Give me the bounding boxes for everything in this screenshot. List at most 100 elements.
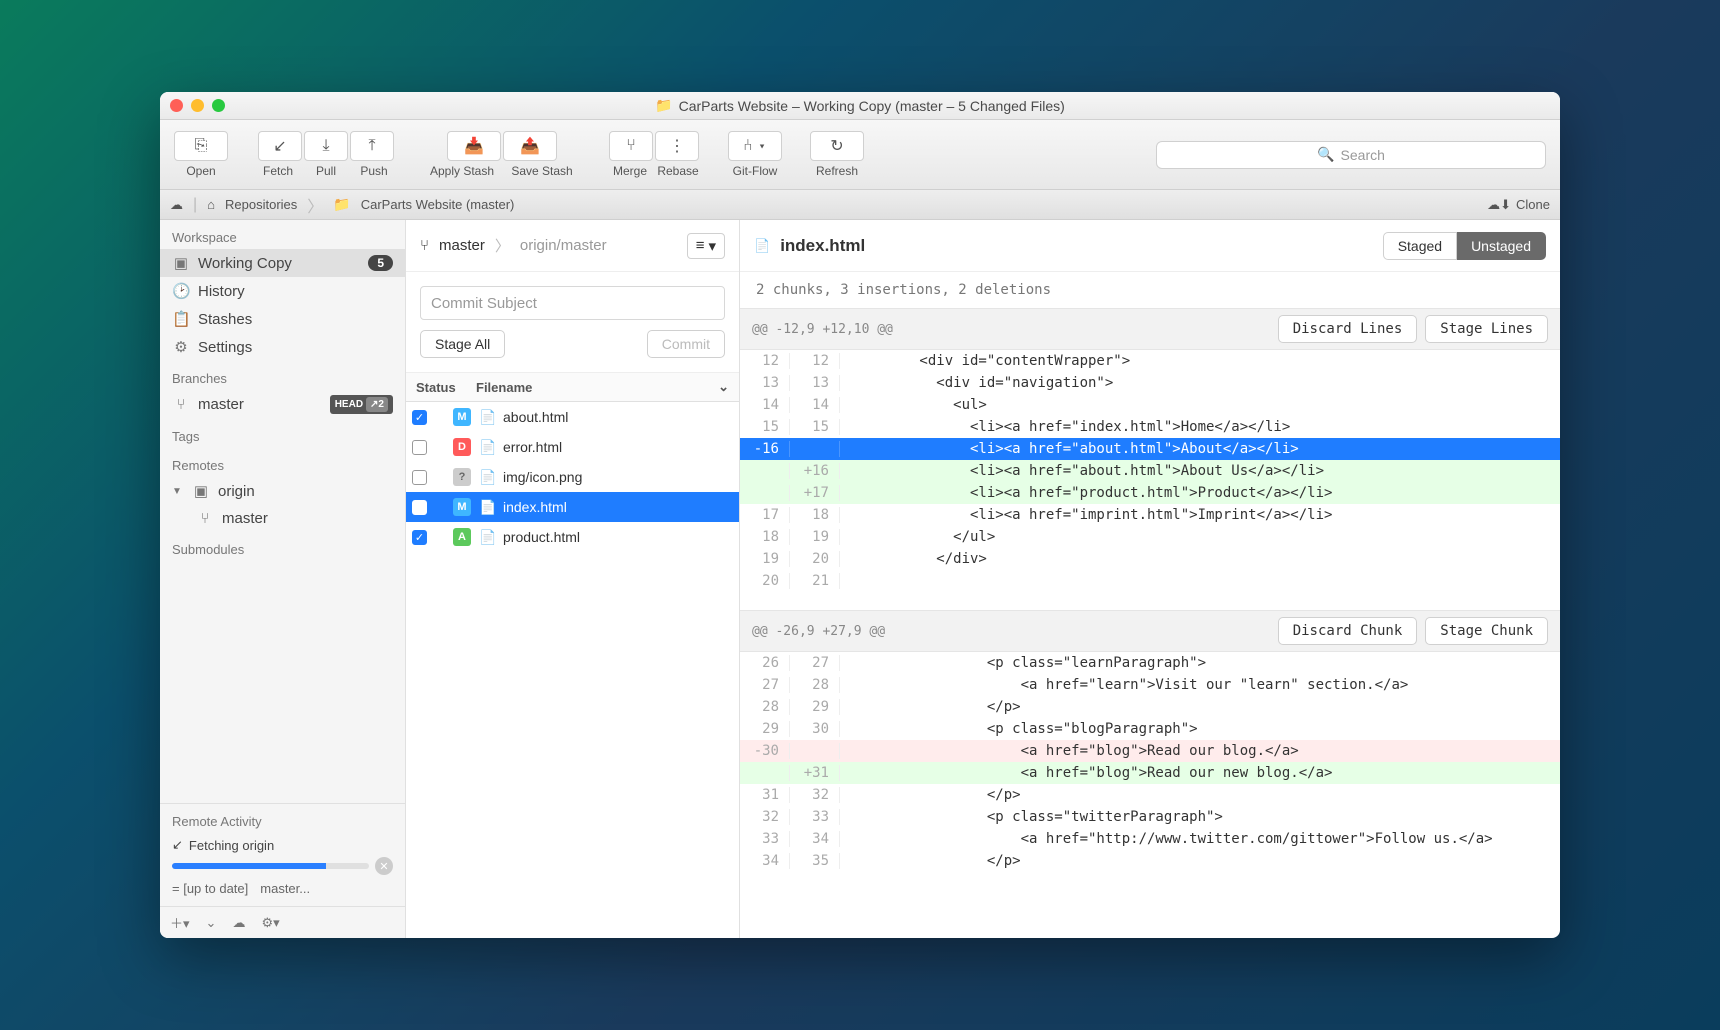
branch-remote[interactable]: origin/master (520, 237, 607, 254)
file-icon: 📄 (479, 409, 495, 426)
diff-line[interactable]: 1212 <div id="contentWrapper"> (740, 350, 1560, 372)
commit-button[interactable]: Commit (647, 330, 725, 358)
stage-checkbox[interactable]: ✓ (412, 410, 427, 425)
status-badge: A (453, 528, 471, 546)
file-row[interactable]: D📄error.html (406, 432, 739, 462)
diff-line[interactable]: 1920 </div> (740, 548, 1560, 570)
breadcrumb-repositories[interactable]: Repositories (225, 197, 297, 212)
open-button[interactable]: ⎘ (174, 131, 228, 161)
diff-line[interactable]: 1414 <ul> (740, 394, 1560, 416)
diff-line[interactable]: 2627 <p class="learnParagraph"> (740, 652, 1560, 674)
branch-icon: ⑂ (420, 237, 429, 254)
apply-stash-button[interactable]: 📥 (447, 131, 501, 161)
stage-all-button[interactable]: Stage All (420, 330, 505, 358)
diff-line[interactable]: +31 <a href="blog">Read our new blog.</a… (740, 762, 1560, 784)
discard-lines-button[interactable]: Discard Lines (1278, 315, 1418, 343)
sidebar-item-settings[interactable]: ⚙ Settings (160, 333, 405, 361)
chevron-down-icon[interactable]: ⌄ (718, 379, 729, 395)
staged-tab[interactable]: Staged (1383, 232, 1457, 260)
sidebar-item-stashes[interactable]: 📋 Stashes (160, 305, 405, 333)
file-row[interactable]: M📄index.html (406, 492, 739, 522)
sidebar-item-history[interactable]: 🕑 History (160, 277, 405, 305)
stage-checkbox[interactable] (412, 470, 427, 485)
sidebar-workspace-header: Workspace (160, 220, 405, 249)
diff-line[interactable]: 2728 <a href="learn">Visit our "learn" s… (740, 674, 1560, 696)
stage-checkbox[interactable]: ✓ (412, 530, 427, 545)
cloud-icon[interactable]: ☁ (170, 197, 183, 213)
minimize-window-button[interactable] (191, 99, 204, 112)
hunk-1-body[interactable]: 1212 <div id="contentWrapper">1313 <div … (740, 350, 1560, 592)
terminal-icon[interactable]: ⌄ (206, 915, 217, 931)
sidebar-remote-origin[interactable]: ▼ ▣ origin (160, 477, 405, 505)
chevron-down-icon[interactable]: ▼ (172, 486, 184, 497)
file-name: img/icon.png (503, 469, 582, 485)
unstaged-tab[interactable]: Unstaged (1457, 232, 1546, 260)
branch-local[interactable]: master (439, 237, 485, 254)
save-stash-button[interactable]: 📤 (503, 131, 557, 161)
diff-line[interactable]: 1819 </ul> (740, 526, 1560, 548)
diff-line[interactable]: 1718 <li><a href="imprint.html">Imprint<… (740, 504, 1560, 526)
clone-button[interactable]: Clone (1516, 197, 1550, 212)
status-badge: M (453, 498, 471, 516)
breadcrumb-project[interactable]: CarParts Website (master) (361, 197, 515, 212)
file-row[interactable]: ?📄img/icon.png (406, 462, 739, 492)
branch-header: ⑂ master 〉 origin/master ≡ ▾ (406, 220, 739, 272)
sidebar-remotes-header: Remotes (160, 448, 405, 477)
gitflow-button[interactable]: ⑃ ▾ (728, 131, 782, 161)
fetch-icon: ↙ (172, 837, 183, 853)
stage-lines-button[interactable]: Stage Lines (1425, 315, 1548, 343)
chevron-down-icon: ▾ (708, 237, 716, 255)
sidebar: Workspace ▣ Working Copy 5 🕑 History 📋 S… (160, 220, 406, 938)
merge-button[interactable]: ⑂ (609, 131, 653, 161)
file-name: product.html (503, 529, 580, 545)
diff-line[interactable]: 2021 (740, 570, 1560, 592)
sidebar-item-working-copy[interactable]: ▣ Working Copy 5 (160, 249, 405, 277)
sidebar-remote-origin-master[interactable]: ⑂ master (160, 505, 405, 532)
app-window: 📁 CarParts Website – Working Copy (maste… (160, 92, 1560, 938)
gear-icon[interactable]: ⚙▾ (261, 915, 279, 931)
fetch-button[interactable]: ↙ (258, 131, 302, 161)
close-window-button[interactable] (170, 99, 183, 112)
file-icon: 📄 (479, 469, 495, 486)
stage-chunk-button[interactable]: Stage Chunk (1425, 617, 1548, 645)
folder-icon: ▣ (172, 254, 190, 272)
diff-line[interactable]: +17 <li><a href="product.html">Product</… (740, 482, 1560, 504)
discard-chunk-button[interactable]: Discard Chunk (1278, 617, 1418, 645)
hunk-2-body[interactable]: 2627 <p class="learnParagraph">2728 <a h… (740, 652, 1560, 872)
diff-line[interactable]: -30 <a href="blog">Read our blog.</a> (740, 740, 1560, 762)
refresh-button[interactable]: ↻ (810, 131, 864, 161)
commit-subject-input[interactable]: Commit Subject (420, 286, 725, 320)
sidebar-branch-master[interactable]: ⑂ master HEAD ↗2 (160, 390, 405, 419)
file-icon: 📄 (479, 499, 495, 516)
diff-line[interactable]: 3334 <a href="http://www.twitter.com/git… (740, 828, 1560, 850)
stage-checkbox[interactable] (412, 440, 427, 455)
diff-line[interactable]: +16 <li><a href="about.html">About Us</a… (740, 460, 1560, 482)
diff-line[interactable]: 3435 </p> (740, 850, 1560, 872)
diff-line[interactable]: 3233 <p class="twitterParagraph"> (740, 806, 1560, 828)
rebase-button[interactable]: ⋮ (655, 131, 699, 161)
changed-files-badge: 5 (368, 255, 393, 271)
diff-line[interactable]: 2829 </p> (740, 696, 1560, 718)
diff-line[interactable]: 1515 <li><a href="index.html">Home</a></… (740, 416, 1560, 438)
file-row[interactable]: ✓A📄product.html (406, 522, 739, 552)
branch-icon: ⑂ (172, 396, 190, 413)
cloud-icon[interactable]: ☁ (232, 915, 245, 931)
diff-line[interactable]: 2930 <p class="blogParagraph"> (740, 718, 1560, 740)
diff-header: 📄 index.html Staged Unstaged (740, 220, 1560, 272)
cancel-fetch-button[interactable]: ✕ (375, 857, 393, 875)
diff-line[interactable]: -16 <li><a href="about.html">About</a></… (740, 438, 1560, 460)
diff-line[interactable]: 1313 <div id="navigation"> (740, 372, 1560, 394)
status-badge: M (453, 408, 471, 426)
stage-checkbox[interactable] (412, 500, 427, 515)
view-selector[interactable]: ≡ ▾ (687, 233, 725, 259)
file-row[interactable]: ✓M📄about.html (406, 402, 739, 432)
file-list: ✓M📄about.htmlD📄error.html?📄img/icon.pngM… (406, 402, 739, 938)
fetch-progress (172, 863, 369, 869)
diff-line[interactable]: 3132 </p> (740, 784, 1560, 806)
zoom-window-button[interactable] (212, 99, 225, 112)
push-button[interactable]: ⤒ (350, 131, 394, 161)
pull-button[interactable]: ⤓ (304, 131, 348, 161)
add-button[interactable]: ＋▾ (170, 913, 190, 932)
search-input[interactable]: 🔍 Search (1156, 141, 1546, 169)
diff-filename: index.html (780, 236, 865, 256)
